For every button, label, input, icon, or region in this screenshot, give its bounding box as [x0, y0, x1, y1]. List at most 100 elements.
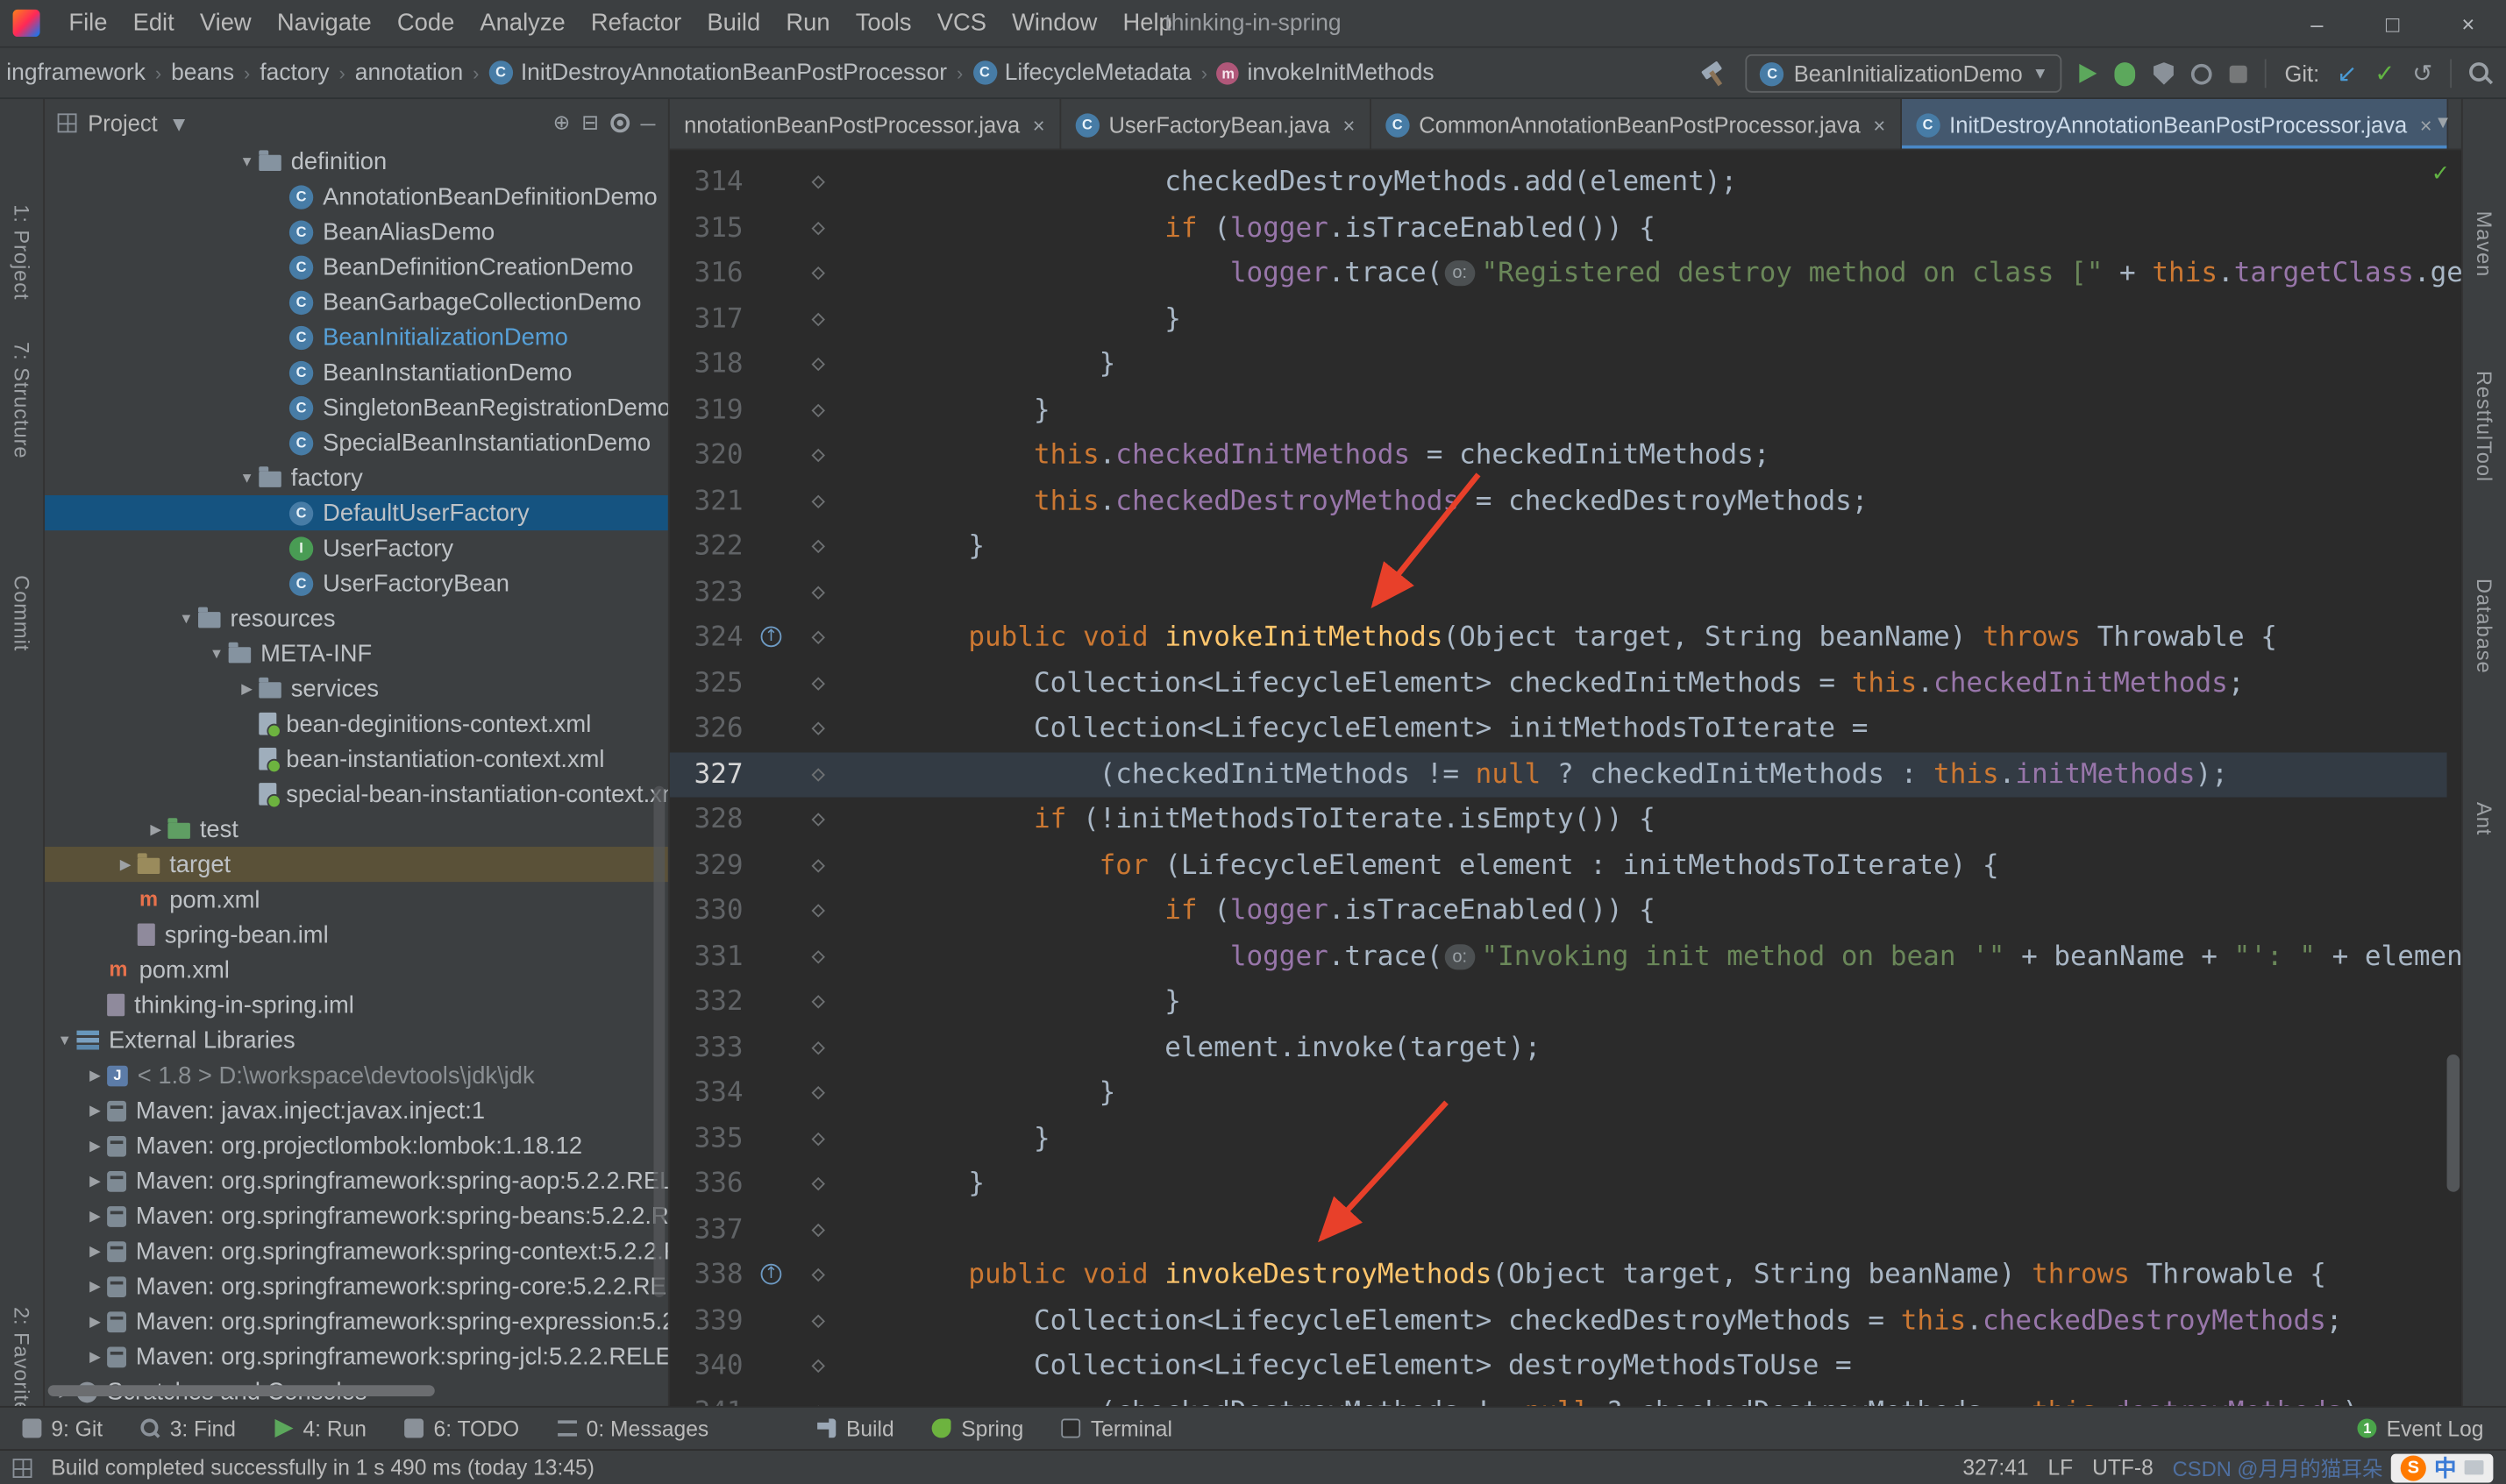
- fold-marker-icon[interactable]: [811, 858, 824, 871]
- code-line[interactable]: 333 element.invoke(target);: [670, 1025, 2461, 1070]
- tree-item[interactable]: mpom.xml: [45, 882, 668, 917]
- menu-edit[interactable]: Edit: [120, 0, 187, 47]
- tree-item[interactable]: ▶services: [45, 671, 668, 706]
- minimize-button[interactable]: –: [2279, 0, 2354, 48]
- debug-button[interactable]: [2115, 61, 2136, 85]
- code-line[interactable]: 334 }: [670, 1070, 2461, 1116]
- search-everywhere-button[interactable]: [2469, 61, 2493, 85]
- tree-item[interactable]: ▶Maven: org.springframework:spring-jcl:5…: [45, 1338, 668, 1374]
- code-line[interactable]: 316 logger.trace(o:"Registered destroy m…: [670, 251, 2461, 296]
- line-number[interactable]: 334: [670, 1070, 744, 1116]
- keyboard-icon[interactable]: [2465, 1460, 2484, 1474]
- code-line[interactable]: 339 Collection<LifecycleElement> checked…: [670, 1298, 2461, 1344]
- line-number[interactable]: 335: [670, 1116, 744, 1161]
- menu-file[interactable]: File: [56, 0, 120, 47]
- fold-marker-icon[interactable]: [811, 312, 824, 325]
- run-button[interactable]: [2080, 64, 2097, 83]
- tree-collapsed-icon[interactable]: ▶: [83, 1277, 107, 1295]
- line-number[interactable]: 340: [670, 1344, 744, 1389]
- editor-content[interactable]: 314 checkedDestroyMethods.add(element);3…: [670, 150, 2461, 1406]
- toolwindow-button-database[interactable]: Database: [2473, 579, 2496, 674]
- code-line[interactable]: 337: [670, 1207, 2461, 1253]
- tree-item[interactable]: thinking-in-spring.iml: [45, 987, 668, 1022]
- tree-collapsed-icon[interactable]: ▶: [83, 1102, 107, 1119]
- toolwindow-switcher-icon[interactable]: [13, 1458, 32, 1477]
- tree-item[interactable]: CBeanInstantiationDemo: [45, 355, 668, 390]
- tree-collapsed-icon[interactable]: ▶: [83, 1067, 107, 1084]
- tree-item[interactable]: ▶J< 1.8 > D:\workspace\devtools\jdk\jdk: [45, 1058, 668, 1093]
- tree-item[interactable]: IUserFactory: [45, 530, 668, 565]
- toolwindow-button-maven[interactable]: Maven: [2473, 211, 2496, 278]
- breadcrumb-item[interactable]: ingframework: [4, 60, 149, 85]
- code-line[interactable]: 323: [670, 570, 2461, 615]
- breadcrumb-item[interactable]: CLifecycleMetadata: [970, 60, 1195, 85]
- code-line[interactable]: 317 }: [670, 296, 2461, 342]
- update-project-button[interactable]: ↙: [2337, 59, 2357, 88]
- line-number[interactable]: 329: [670, 842, 744, 888]
- rollback-button[interactable]: ↺: [2412, 59, 2432, 88]
- toolwindow-button-0-messages[interactable]: 0: Messages: [558, 1417, 708, 1440]
- toolwindow-button-terminal[interactable]: Terminal: [1062, 1417, 1172, 1440]
- tree-item[interactable]: ▶Maven: javax.inject:javax.inject:1: [45, 1093, 668, 1128]
- collapse-all-button[interactable]: ⊟: [581, 110, 599, 136]
- toolwindow-button-7-structure[interactable]: 7: Structure: [10, 342, 33, 458]
- coverage-button[interactable]: [2154, 62, 2175, 85]
- tree-item[interactable]: CUserFactoryBean: [45, 565, 668, 600]
- fold-marker-icon[interactable]: [811, 1132, 824, 1145]
- tree-item[interactable]: mpom.xml: [45, 952, 668, 987]
- tab-commonannotationbeanpostprocessor-java[interactable]: CCommonAnnotationBeanPostProcessor.java×: [1371, 99, 1902, 150]
- code-line[interactable]: 336 }: [670, 1161, 2461, 1207]
- tree-item[interactable]: CAnnotationBeanDefinitionDemo: [45, 179, 668, 214]
- fold-marker-icon[interactable]: [811, 494, 824, 508]
- close-icon[interactable]: ×: [1873, 113, 1885, 137]
- tree-collapsed-icon[interactable]: ▶: [144, 820, 167, 838]
- editor-scrollbar[interactable]: [2447, 1054, 2460, 1192]
- code-line[interactable]: 326 Collection<LifecycleElement> initMet…: [670, 706, 2461, 752]
- profiler-button[interactable]: [2192, 63, 2213, 84]
- tab-initdestroyannotationbeanpostprocessor-java[interactable]: CInitDestroyAnnotationBeanPostProcessor.…: [1902, 99, 2448, 150]
- tab-userfactorybean-java[interactable]: CUserFactoryBean.java×: [1061, 99, 1371, 150]
- line-number[interactable]: 319: [670, 387, 744, 433]
- line-number[interactable]: 326: [670, 706, 744, 752]
- line-number[interactable]: 315: [670, 205, 744, 251]
- tree-item[interactable]: ▶Maven: org.projectlombok:lombok:1.18.12: [45, 1128, 668, 1163]
- tree-item[interactable]: ▶test: [45, 812, 668, 847]
- fold-marker-icon[interactable]: [811, 540, 824, 553]
- toolwindow-button-ant[interactable]: Ant: [2473, 802, 2496, 835]
- tree-collapsed-icon[interactable]: ▶: [83, 1207, 107, 1225]
- tree-item[interactable]: ▼META-INF: [45, 635, 668, 671]
- menu-window[interactable]: Window: [1000, 0, 1110, 47]
- tree-collapsed-icon[interactable]: ▶: [235, 680, 259, 698]
- toolwindow-button-restfultool[interactable]: RestfulTool: [2473, 371, 2496, 482]
- fold-marker-icon[interactable]: [811, 1223, 824, 1236]
- tree-item[interactable]: ▶Maven: org.springframework:spring-beans…: [45, 1198, 668, 1233]
- menu-help[interactable]: Help: [1110, 0, 1185, 47]
- toolwindow-button-1-project[interactable]: 1: Project: [10, 204, 33, 300]
- caret-position[interactable]: 327:41: [1962, 1455, 2028, 1479]
- commit-button[interactable]: ✓: [2374, 59, 2395, 88]
- line-number[interactable]: 339: [670, 1298, 744, 1344]
- fold-marker-icon[interactable]: [811, 676, 824, 689]
- fold-marker-icon[interactable]: [811, 949, 824, 962]
- tree-item[interactable]: CDefaultUserFactory: [45, 495, 668, 530]
- override-marker-icon[interactable]: ↑: [761, 1264, 782, 1285]
- project-tree-horizontal-scrollbar[interactable]: [48, 1385, 435, 1396]
- fold-marker-icon[interactable]: [811, 221, 824, 234]
- line-number[interactable]: 338: [670, 1253, 744, 1298]
- fold-marker-icon[interactable]: [811, 1177, 824, 1190]
- line-number[interactable]: 331: [670, 934, 744, 979]
- code-line[interactable]: 327 (checkedInitMethods != null ? checke…: [670, 752, 2461, 798]
- code-line[interactable]: 328 if (!initMethodsToIterate.isEmpty())…: [670, 798, 2461, 843]
- maximize-button[interactable]: □: [2354, 0, 2430, 48]
- tree-collapsed-icon[interactable]: ▶: [113, 856, 137, 873]
- menu-view[interactable]: View: [187, 0, 264, 47]
- tree-item[interactable]: bean-instantiation-context.xml: [45, 742, 668, 777]
- line-number[interactable]: 317: [670, 296, 744, 342]
- tree-item[interactable]: CBeanDefinitionCreationDemo: [45, 249, 668, 284]
- fold-marker-icon[interactable]: [811, 175, 824, 188]
- close-icon[interactable]: ×: [2420, 113, 2432, 137]
- tree-item[interactable]: CSingletonBeanRegistrationDemo: [45, 390, 668, 425]
- gear-icon[interactable]: [610, 113, 630, 132]
- tree-expanded-icon[interactable]: ▼: [235, 153, 259, 169]
- tab-nnotationbeanpostprocessor-java[interactable]: nnotationBeanPostProcessor.java×: [670, 99, 1061, 150]
